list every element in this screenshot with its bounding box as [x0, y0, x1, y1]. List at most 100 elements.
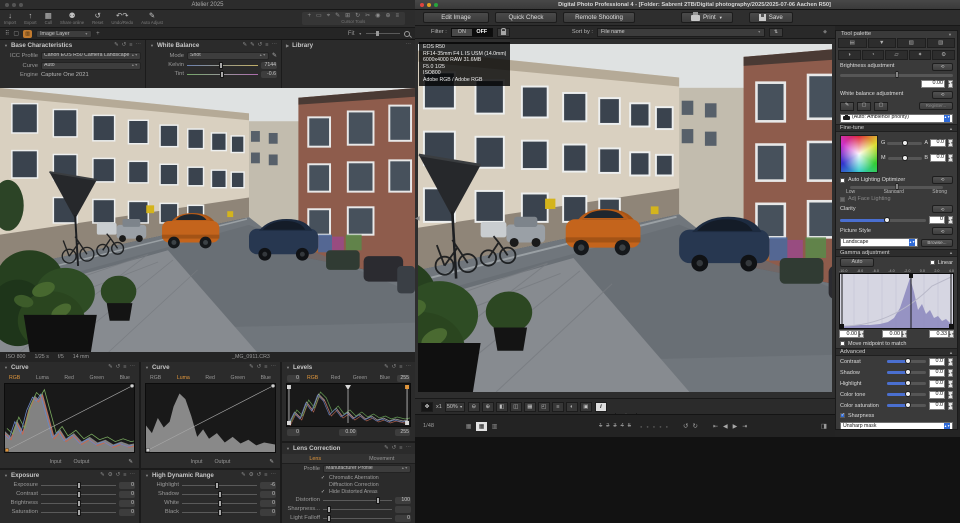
panel-header-icon[interactable]: ⋯: [130, 473, 136, 479]
tab-luma[interactable]: Luma: [177, 375, 190, 381]
panel-header-icon[interactable]: ✎: [108, 365, 113, 371]
black-slider[interactable]: [182, 512, 257, 513]
panel-header-icon[interactable]: ✎: [241, 473, 246, 479]
disclosure-icon[interactable]: ▼: [4, 365, 8, 370]
tab-rgb[interactable]: RGB: [150, 375, 161, 381]
cursor-tool-icon[interactable]: ⊕: [385, 13, 390, 20]
rating-button[interactable]: 1: [599, 423, 602, 429]
wb-preset-dropdown[interactable]: (Auto: Ambience priority)▲▼: [840, 114, 953, 123]
color-label-dot[interactable]: ●: [666, 424, 668, 429]
wb-option-button[interactable]: ▢: [857, 102, 871, 111]
light-falloff-value[interactable]: 0: [395, 515, 411, 522]
rating-button[interactable]: 3: [613, 423, 616, 429]
wb-option-button[interactable]: ▢: [874, 102, 888, 111]
filter-off-option[interactable]: OFF: [472, 29, 492, 36]
panel-header-icon[interactable]: ≡: [399, 446, 402, 452]
panel-header-icon[interactable]: ✎: [384, 446, 389, 452]
viewer-tool-button[interactable]: ◰: [538, 402, 550, 412]
fine-tune-b-value[interactable]: 0.0: [930, 154, 946, 162]
panel-header-icon[interactable]: ✎: [250, 43, 255, 49]
window-close-button[interactable]: [420, 3, 424, 7]
palette-tab-button[interactable]: ▤: [838, 38, 867, 48]
lock-button[interactable]: [497, 28, 510, 37]
palette-tab-button[interactable]: ▼: [868, 38, 897, 48]
shadow-slider[interactable]: [182, 494, 257, 495]
gamma-auto-button[interactable]: Auto: [840, 258, 874, 267]
tab-red[interactable]: Red: [205, 375, 215, 381]
stepper-icon[interactable]: ▲▼: [859, 330, 864, 338]
stepper-icon[interactable]: ▲▼: [948, 358, 953, 366]
levels-highlight-value[interactable]: 255: [395, 429, 410, 436]
tab-blue[interactable]: Blue: [120, 375, 130, 381]
fine-tune-gm-slider[interactable]: [888, 157, 923, 160]
add-layer-button[interactable]: +: [96, 31, 100, 37]
zoom-mode-label[interactable]: Fit: [348, 31, 355, 37]
wb-register-button[interactable]: Register...: [919, 102, 953, 110]
collapse-left-pane-icon[interactable]: ◀: [415, 215, 420, 222]
print-button[interactable]: Print▼: [681, 12, 733, 23]
profile-dropdown[interactable]: Manufacturer Profile▲▼: [323, 465, 411, 473]
gamma-shadow-value[interactable]: 0.00: [839, 330, 859, 338]
brightness-reset-button[interactable]: ⟲: [932, 63, 953, 71]
midpoint-checkbox[interactable]: [840, 341, 845, 346]
input-label[interactable]: Input: [50, 459, 62, 465]
nav-button[interactable]: ▶: [733, 423, 738, 430]
cursor-tool-icon[interactable]: +: [308, 13, 312, 20]
tab-rgb[interactable]: RGB: [307, 375, 318, 381]
disclosure-icon[interactable]: ▼: [145, 473, 149, 478]
panel-header-icon[interactable]: ⋯: [136, 43, 142, 49]
brightness-value[interactable]: 0.00: [921, 80, 945, 88]
stepper-icon[interactable]: ▲▼: [948, 80, 953, 88]
tab-red[interactable]: Red: [64, 375, 74, 381]
alo-strength-slider[interactable]: [850, 186, 943, 189]
shadow-value[interactable]: 0: [260, 491, 276, 498]
palette-tab-button[interactable]: ⚙: [932, 50, 955, 60]
panel-header-icon[interactable]: ⋯: [130, 365, 136, 371]
annotations-icon[interactable]: ▥: [23, 30, 32, 38]
advanced-slider-value[interactable]: 0.0: [929, 358, 945, 366]
brightness-slider[interactable]: [41, 503, 116, 504]
rotate-button[interactable]: ↺: [683, 422, 688, 430]
stepper-icon[interactable]: ▲▼: [948, 402, 953, 410]
saturation-value[interactable]: 0: [119, 509, 135, 516]
color-label-dot[interactable]: ●: [653, 424, 655, 429]
white-value[interactable]: 0: [260, 500, 276, 507]
kelvin-value[interactable]: 7144: [261, 62, 277, 69]
cursor-tool-icon[interactable]: ≡: [395, 13, 399, 20]
grid-view-button-selected[interactable]: ▦: [476, 422, 487, 431]
light-falloff-slider[interactable]: [323, 518, 392, 519]
sharpness-checkbox[interactable]: [840, 413, 845, 418]
panel-header-icon[interactable]: ↺: [122, 43, 127, 49]
gamma-highlight-value[interactable]: 0.33: [929, 330, 949, 338]
remote-shooting-button[interactable]: Remote Shooting: [563, 12, 635, 23]
sharpness-mode-dropdown[interactable]: Unsharp mask▲▼: [840, 422, 953, 430]
toolbar-button[interactable]: ⚉ Share online: [60, 12, 84, 25]
panel-header-icon[interactable]: ⋯: [406, 365, 412, 371]
panel-header-icon[interactable]: ⚙: [249, 473, 254, 479]
layer-dropdown[interactable]: Image Layer▼: [36, 30, 92, 38]
pin-icon[interactable]: ◆: [823, 29, 827, 35]
nav-button[interactable]: ◀: [723, 423, 728, 430]
rotate-button[interactable]: ↻: [693, 422, 698, 430]
disclosure-icon[interactable]: ▼: [145, 365, 149, 370]
disclosure-icon[interactable]: ▼: [4, 473, 8, 478]
panel-header-icon[interactable]: ↺: [257, 365, 262, 371]
grid-view-button[interactable]: ▦: [463, 422, 474, 431]
levels-min-value[interactable]: 0: [287, 375, 300, 382]
gamma-mid-value[interactable]: 0.00: [882, 330, 902, 338]
toolbar-button[interactable]: ✎ Auto Adjust: [141, 12, 163, 25]
cursor-tool-icon[interactable]: ▭: [316, 13, 322, 20]
panel-header-icon[interactable]: ≡: [264, 365, 267, 371]
tint-value[interactable]: -0.6: [261, 71, 277, 78]
magnifier-icon[interactable]: [404, 31, 410, 37]
gamma-histogram[interactable]: [839, 273, 954, 329]
kelvin-slider[interactable]: [187, 65, 258, 66]
nav-button[interactable]: ⇥: [742, 423, 747, 430]
gamma-section-header[interactable]: Gamma adjustment▲: [836, 249, 957, 257]
palette-tab-button[interactable]: ▧: [927, 38, 956, 48]
fit-to-window-button[interactable]: ✥: [421, 402, 433, 412]
stepper-icon[interactable]: ▲▼: [902, 330, 907, 338]
curve-graph[interactable]: [4, 383, 135, 453]
highlight-value[interactable]: -6: [260, 482, 276, 489]
rating-button[interactable]: 5: [628, 423, 631, 429]
